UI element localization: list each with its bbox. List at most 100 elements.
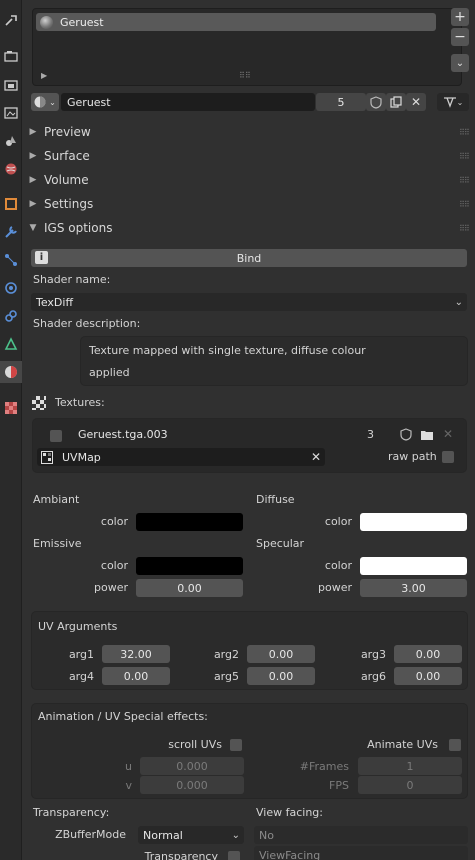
chevron-down-icon: ⌄ bbox=[456, 97, 464, 107]
material-users-count[interactable]: 5 bbox=[316, 93, 366, 111]
output-icon[interactable] bbox=[0, 74, 22, 96]
material-slot-list[interactable]: Geruest ▶ ⠿⠿ bbox=[32, 8, 462, 86]
animate-uvs-label: Animate UVs bbox=[367, 738, 438, 751]
arg3-label: arg3 bbox=[360, 648, 386, 661]
add-slot-button[interactable]: + bbox=[451, 8, 469, 26]
section-preview[interactable]: ▶ Preview ⠿⠿ bbox=[22, 120, 475, 144]
expand-arrow-icon[interactable]: ▶ bbox=[41, 71, 47, 80]
texture-slot-checkbox[interactable] bbox=[50, 430, 62, 442]
u-label: u bbox=[125, 760, 132, 773]
remove-slot-button[interactable]: − bbox=[451, 28, 469, 46]
view-layer-icon[interactable] bbox=[0, 102, 22, 124]
material-slot-item[interactable]: Geruest bbox=[36, 13, 436, 31]
frames-field[interactable]: 1 bbox=[358, 757, 462, 775]
shield-icon[interactable] bbox=[400, 428, 412, 441]
modifier-icon[interactable] bbox=[0, 221, 22, 243]
particles-icon[interactable] bbox=[0, 249, 22, 271]
view-facing-title: View facing: bbox=[256, 806, 323, 819]
section-settings[interactable]: ▶ Settings ⠿⠿ bbox=[22, 192, 475, 216]
bind-label: Bind bbox=[236, 251, 262, 265]
section-title: Preview bbox=[44, 125, 91, 139]
section-volume[interactable]: ▶ Volume ⠿⠿ bbox=[22, 168, 475, 192]
duplicate-material-button[interactable] bbox=[386, 93, 406, 111]
raw-path-checkbox[interactable] bbox=[442, 451, 454, 463]
properties-tab-strip bbox=[0, 0, 22, 860]
emissive-color-swatch[interactable] bbox=[136, 557, 243, 575]
texture-icon[interactable] bbox=[0, 397, 22, 419]
drag-grip-icon[interactable]: ⠿⠿ bbox=[459, 128, 470, 137]
fps-value: 0 bbox=[406, 778, 414, 792]
chevron-down-icon: ⌄ bbox=[49, 97, 56, 107]
arg1-value: 32.00 bbox=[120, 647, 152, 661]
arg1-field[interactable]: 32.00 bbox=[102, 645, 170, 663]
tool-icon[interactable] bbox=[0, 9, 22, 31]
arg6-field[interactable]: 0.00 bbox=[394, 667, 462, 685]
expand-arrow-icon: ▶ bbox=[29, 199, 37, 209]
uvmap-field[interactable]: UVMap ✕ bbox=[37, 448, 325, 466]
emissive-power-field[interactable]: 0.00 bbox=[136, 579, 243, 597]
list-resize-grip-icon[interactable]: ⠿⠿ bbox=[239, 71, 251, 80]
scene-icon[interactable] bbox=[0, 130, 22, 152]
specular-color-swatch[interactable] bbox=[360, 557, 467, 575]
fps-label: FPS bbox=[329, 779, 349, 792]
close-icon[interactable]: ✕ bbox=[311, 450, 321, 464]
slot-specials-button[interactable]: ⌄ bbox=[451, 54, 469, 72]
texture-name[interactable]: Geruest.tga.003 bbox=[78, 428, 168, 441]
physics-icon[interactable] bbox=[0, 277, 22, 299]
view-facing-option-viewfacing[interactable]: ViewFacing bbox=[254, 846, 468, 860]
arg6-value: 0.00 bbox=[415, 669, 441, 683]
expand-arrow-icon: ▶ bbox=[29, 151, 37, 161]
unlink-material-button[interactable]: ✕ bbox=[406, 93, 426, 111]
scroll-uvs-checkbox[interactable] bbox=[230, 739, 242, 751]
close-icon[interactable]: ✕ bbox=[443, 427, 453, 441]
uv-map-icon bbox=[41, 450, 53, 464]
arg2-field[interactable]: 0.00 bbox=[247, 645, 315, 663]
bind-button[interactable]: i Bind bbox=[31, 249, 467, 267]
drag-grip-icon[interactable]: ⠿⠿ bbox=[459, 224, 470, 233]
section-surface[interactable]: ▶ Surface ⠿⠿ bbox=[22, 144, 475, 168]
animate-uvs-checkbox[interactable] bbox=[449, 739, 461, 751]
arg4-label: arg4 bbox=[68, 670, 94, 683]
object-icon[interactable] bbox=[0, 193, 22, 215]
arg3-field[interactable]: 0.00 bbox=[394, 645, 462, 663]
folder-icon[interactable] bbox=[420, 429, 434, 441]
frames-value: 1 bbox=[406, 759, 414, 773]
material-icon[interactable] bbox=[0, 361, 22, 383]
fake-user-button[interactable] bbox=[366, 93, 386, 111]
close-icon: ✕ bbox=[410, 95, 422, 109]
u-value: 0.000 bbox=[176, 759, 208, 773]
material-ball-icon bbox=[40, 15, 53, 29]
section-igs-options[interactable]: ▼ IGS options ⠿⠿ bbox=[22, 216, 475, 240]
world-icon[interactable] bbox=[0, 158, 22, 180]
shader-name-dropdown[interactable]: TexDiff ⌄ bbox=[31, 293, 467, 311]
ambient-color-swatch[interactable] bbox=[136, 513, 243, 531]
zbuffer-mode-dropdown[interactable]: Normal ⌄ bbox=[138, 826, 244, 844]
drag-grip-icon[interactable]: ⠿⠿ bbox=[459, 200, 470, 209]
arg1-label: arg1 bbox=[68, 648, 94, 661]
arg4-field[interactable]: 0.00 bbox=[102, 667, 170, 685]
specular-power-field[interactable]: 3.00 bbox=[360, 579, 467, 597]
u-field[interactable]: 0.000 bbox=[140, 757, 244, 775]
view-facing-option-no[interactable]: No bbox=[254, 826, 468, 844]
material-name-field[interactable]: Geruest bbox=[61, 93, 315, 111]
drag-grip-icon[interactable]: ⠿⠿ bbox=[459, 176, 470, 185]
ambient-label: Ambiant bbox=[33, 493, 80, 506]
data-icon[interactable] bbox=[0, 333, 22, 355]
constraints-icon[interactable] bbox=[0, 305, 22, 327]
material-browse-button[interactable]: ⌄ bbox=[31, 93, 59, 111]
shield-icon bbox=[370, 95, 382, 109]
v-field[interactable]: 0.000 bbox=[140, 776, 244, 794]
transparency-checkbox[interactable] bbox=[228, 851, 240, 860]
raw-path-label: raw path bbox=[388, 450, 437, 463]
fps-field[interactable]: 0 bbox=[358, 776, 462, 794]
drag-grip-icon[interactable]: ⠿⠿ bbox=[459, 152, 470, 161]
arg5-field[interactable]: 0.00 bbox=[247, 667, 315, 685]
emissive-label: Emissive bbox=[33, 537, 82, 550]
render-icon[interactable] bbox=[0, 45, 22, 67]
diffuse-color-swatch[interactable] bbox=[360, 513, 467, 531]
textures-label: Textures: bbox=[55, 396, 105, 409]
link-mode-dropdown[interactable]: ⌄ bbox=[437, 93, 469, 111]
animation-title: Animation / UV Special effects: bbox=[38, 710, 208, 723]
section-title: Settings bbox=[44, 197, 94, 211]
material-users-label: 5 bbox=[337, 95, 345, 109]
